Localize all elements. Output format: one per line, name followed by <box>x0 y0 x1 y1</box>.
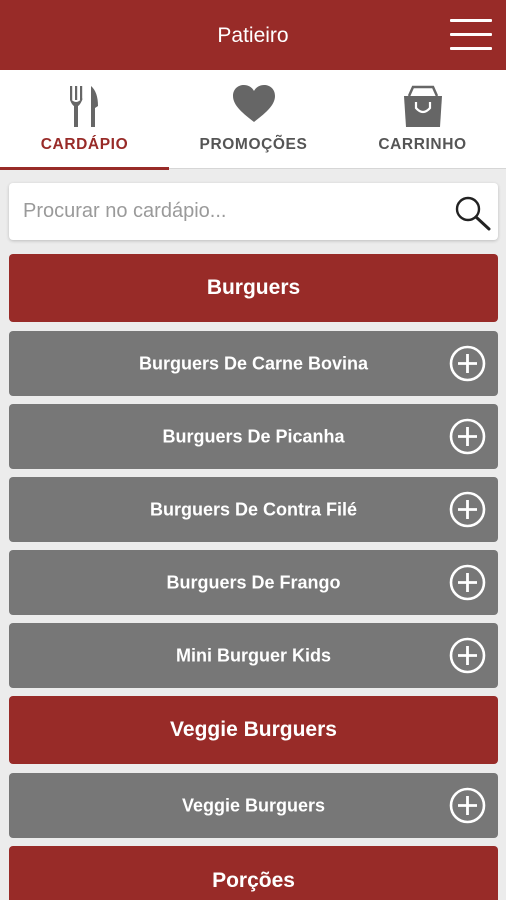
section-header-burguers: Burguers <box>9 254 498 322</box>
heart-icon <box>232 85 275 122</box>
app-title: Patieiro <box>217 24 289 47</box>
list-item[interactable]: Burguers De Contra Filé <box>9 477 498 542</box>
search-bar <box>9 183 498 240</box>
tab-label: CARDÁPIO <box>40 136 129 153</box>
menu-list: Burguers Burguers De Carne Bovina Burgue… <box>9 254 498 900</box>
item-label: Burguers De Frango <box>166 572 341 592</box>
search-input[interactable] <box>23 183 433 240</box>
item-label: Veggie Burguers <box>181 795 326 815</box>
list-item[interactable]: Burguers De Carne Bovina <box>9 331 498 396</box>
section-title: Burguers <box>206 276 301 299</box>
menu-button[interactable] <box>446 14 496 56</box>
list-item[interactable]: Mini Burguer Kids <box>9 623 498 688</box>
section-title: Veggie Burguers <box>170 718 337 741</box>
section-header-veggie-burguers: Veggie Burguers <box>9 696 498 764</box>
plus-circle-icon[interactable] <box>449 345 486 382</box>
section-header-porcoes: Porções <box>9 846 498 900</box>
plus-circle-icon[interactable] <box>449 491 486 528</box>
list-item[interactable]: Burguers De Frango <box>9 550 498 615</box>
plus-circle-icon[interactable] <box>449 637 486 674</box>
plus-circle-icon[interactable] <box>449 564 486 601</box>
shopping-bag-icon <box>403 85 442 127</box>
app-header: Patieiro <box>0 0 506 70</box>
section-title: Porções <box>212 869 295 892</box>
item-label: Burguers De Picanha <box>162 426 345 446</box>
tab-bar: CARDÁPIO PROMOÇÕES CARRINHO <box>0 70 506 170</box>
tab-promocoes[interactable]: PROMOÇÕES <box>169 70 338 169</box>
item-label: Burguers De Carne Bovina <box>138 353 369 373</box>
list-item[interactable]: Veggie Burguers <box>9 773 498 838</box>
search-icon[interactable] <box>454 195 492 231</box>
item-label: Burguers De Contra Filé <box>149 499 358 519</box>
tab-label: PROMOÇÕES <box>199 136 308 153</box>
tab-carrinho[interactable]: CARRINHO <box>338 70 506 169</box>
fork-knife-icon <box>69 86 98 127</box>
tab-cardapio[interactable]: CARDÁPIO <box>0 70 169 170</box>
item-label: Mini Burguer Kids <box>175 645 331 665</box>
plus-circle-icon[interactable] <box>449 787 486 824</box>
hamburger-icon <box>450 19 492 22</box>
list-item[interactable]: Burguers De Picanha <box>9 404 498 469</box>
plus-circle-icon[interactable] <box>449 418 486 455</box>
tab-label: CARRINHO <box>378 136 467 153</box>
